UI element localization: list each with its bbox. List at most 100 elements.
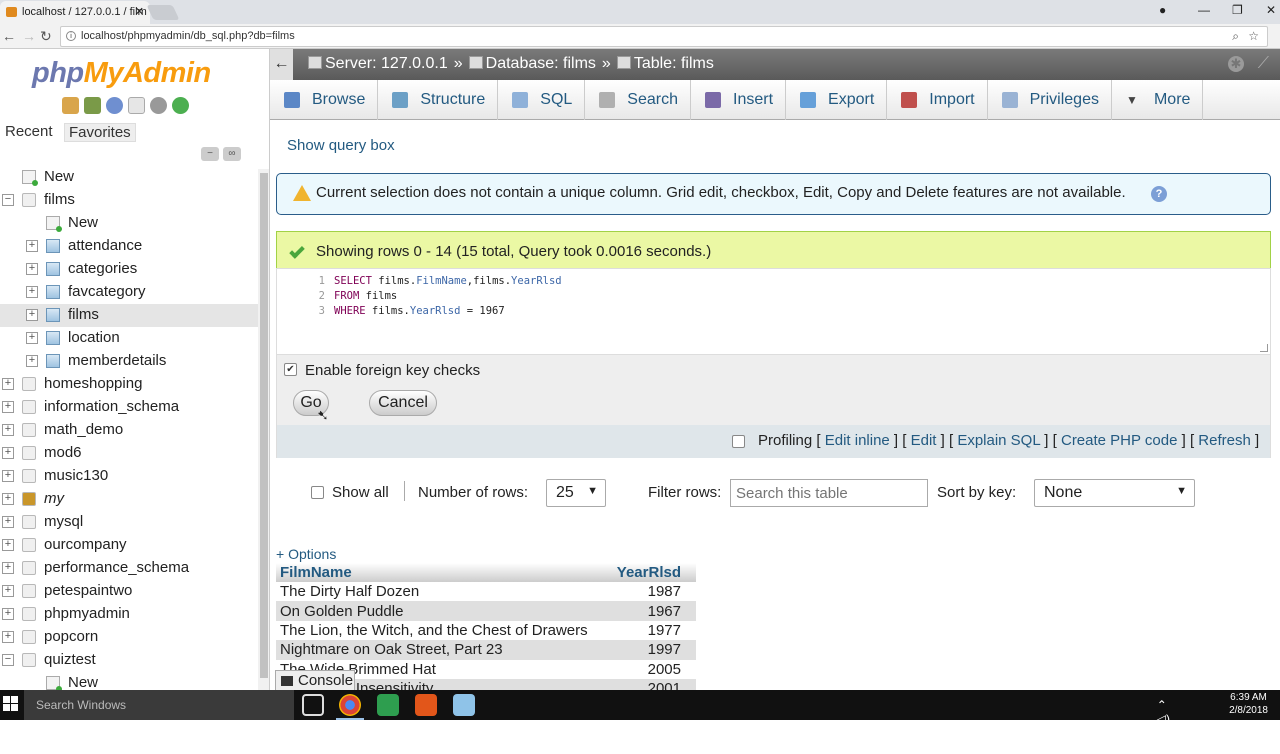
tree-item[interactable]: + favcategory bbox=[0, 281, 258, 304]
expand-icon[interactable]: + bbox=[2, 585, 14, 597]
reload-icon[interactable]: ↻ bbox=[40, 28, 52, 45]
new-tab-button[interactable] bbox=[146, 5, 180, 20]
expand-icon[interactable]: + bbox=[26, 286, 38, 298]
tab-insert[interactable]: Insert bbox=[691, 80, 787, 120]
tree-item[interactable]: New bbox=[0, 672, 258, 690]
collapse-icon[interactable]: − bbox=[2, 194, 14, 206]
number-of-rows-select[interactable]: 25 ▼ bbox=[546, 479, 606, 507]
tree-item[interactable]: + ourcompany bbox=[0, 534, 258, 557]
tab-export[interactable]: Export bbox=[786, 80, 888, 120]
close-window-icon[interactable]: ✕ bbox=[1266, 3, 1276, 17]
tree-item[interactable]: + attendance bbox=[0, 235, 258, 258]
clock[interactable]: 6:39 AM 2/8/2018 bbox=[1229, 691, 1268, 717]
logout-icon[interactable] bbox=[84, 97, 101, 114]
reload-nav-icon[interactable] bbox=[172, 97, 189, 114]
phpmyadmin-logo[interactable]: phpMyAdmin bbox=[32, 57, 211, 90]
settings-gear-icon[interactable] bbox=[150, 97, 167, 114]
close-panel-icon[interactable]: ⟋ bbox=[1258, 55, 1269, 73]
edit-link[interactable]: Edit bbox=[911, 432, 937, 449]
tree-item[interactable]: + categories bbox=[0, 258, 258, 281]
expand-icon[interactable]: + bbox=[2, 631, 14, 643]
tray-icons[interactable]: ⌃ ◁) ▭ ▣ bbox=[1157, 698, 1170, 754]
show-all-checkbox[interactable] bbox=[311, 486, 324, 499]
tree-item[interactable]: + popcorn bbox=[0, 626, 258, 649]
tree-item[interactable]: + memberdetails bbox=[0, 350, 258, 373]
expand-icon[interactable]: + bbox=[2, 562, 14, 574]
home-icon[interactable] bbox=[62, 97, 79, 114]
minimize-icon[interactable]: — bbox=[1198, 3, 1210, 17]
tree-item[interactable]: + mod6 bbox=[0, 442, 258, 465]
expand-icon[interactable]: + bbox=[2, 539, 14, 551]
show-query-box-link[interactable]: Show query box bbox=[287, 137, 395, 154]
url-field[interactable]: i localhost/phpmyadmin/db_sql.php?db=fil… bbox=[60, 26, 1268, 47]
close-tab-icon[interactable]: ✕ bbox=[135, 5, 144, 18]
breadcrumb-database[interactable]: Database: films bbox=[468, 55, 596, 73]
nav-scrollbar[interactable] bbox=[258, 169, 269, 690]
xampp-icon[interactable] bbox=[415, 694, 437, 716]
sql-query-editor[interactable]: 1 SELECT films.FilmName,films.YearRlsd 2 FR… bbox=[276, 268, 1271, 355]
resize-handle-icon[interactable] bbox=[1260, 344, 1268, 352]
table-row[interactable]: Nightmare on Oak Street, Part 23 1997 bbox=[276, 640, 696, 660]
tree-item[interactable]: + petespaintwo bbox=[0, 580, 258, 603]
expand-icon[interactable]: + bbox=[2, 516, 14, 528]
back-arrow-icon[interactable]: ← bbox=[2, 28, 16, 44]
link-with-main-icon[interactable]: ∞ bbox=[223, 147, 241, 161]
explain-sql-link[interactable]: Explain SQL bbox=[957, 432, 1040, 449]
tab-structure[interactable]: Structure bbox=[378, 80, 499, 120]
tree-item[interactable]: + homeshopping bbox=[0, 373, 258, 396]
tree-item[interactable]: New bbox=[0, 212, 258, 235]
task-view-icon[interactable] bbox=[302, 694, 324, 716]
breadcrumb-server[interactable]: Server: 127.0.0.1 bbox=[308, 55, 448, 73]
notepad-icon[interactable] bbox=[453, 694, 475, 716]
expand-icon[interactable]: + bbox=[2, 493, 14, 505]
expand-icon[interactable]: + bbox=[2, 608, 14, 620]
tree-item[interactable]: − films bbox=[0, 189, 258, 212]
expand-icon[interactable]: + bbox=[2, 378, 14, 390]
collapse-all-icon[interactable]: − bbox=[201, 147, 219, 161]
expand-icon[interactable]: + bbox=[26, 355, 38, 367]
tree-item[interactable]: + music130 bbox=[0, 465, 258, 488]
expand-icon[interactable]: + bbox=[2, 470, 14, 482]
windows-start-icon[interactable] bbox=[3, 696, 19, 712]
recent-tab[interactable]: Recent bbox=[5, 123, 53, 140]
expand-icon[interactable]: + bbox=[2, 424, 14, 436]
expand-icon[interactable]: + bbox=[26, 332, 38, 344]
tree-item[interactable]: + films bbox=[0, 304, 258, 327]
tree-item[interactable]: + my bbox=[0, 488, 258, 511]
table-row[interactable]: The Dirty Half Dozen 1987 bbox=[276, 582, 696, 602]
column-header-filmname[interactable]: FilmName bbox=[276, 563, 609, 582]
page-settings-gear-icon[interactable]: ✱ bbox=[1228, 56, 1244, 72]
tree-item[interactable]: + location bbox=[0, 327, 258, 350]
column-header-yearrlsd[interactable]: YearRlsd bbox=[608, 563, 696, 582]
browser-tab[interactable]: localhost / 127.0.0.1 / film ✕ bbox=[0, 1, 150, 24]
console-toggle[interactable]: Console bbox=[275, 670, 355, 690]
tab-browse[interactable]: Browse bbox=[270, 80, 379, 120]
edit-inline-link[interactable]: Edit inline bbox=[825, 432, 890, 449]
table-row[interactable]: The Lion, the Witch, and the Chest of Dr… bbox=[276, 620, 696, 641]
tab-search[interactable]: Search bbox=[585, 80, 691, 120]
tab-sql[interactable]: SQL bbox=[498, 80, 586, 120]
breadcrumb-table[interactable]: Table: films bbox=[616, 55, 714, 73]
expand-icon[interactable]: + bbox=[2, 447, 14, 459]
tab-more[interactable]: ▼ More bbox=[1112, 80, 1204, 120]
help-icon[interactable]: ? bbox=[1151, 186, 1167, 202]
expand-icon[interactable]: + bbox=[26, 240, 38, 252]
collapse-icon[interactable]: − bbox=[2, 654, 14, 666]
taskbar-search-box[interactable]: Search Windows bbox=[24, 690, 294, 720]
favorites-tab[interactable]: Favorites bbox=[64, 123, 136, 142]
bookmark-star-icon[interactable]: ☆ bbox=[1248, 29, 1259, 43]
tree-item[interactable]: + information_schema bbox=[0, 396, 258, 419]
info-icon[interactable]: i bbox=[66, 31, 76, 41]
tree-item[interactable]: + math_demo bbox=[0, 419, 258, 442]
collapse-nav-arrow-icon[interactable]: ← bbox=[270, 49, 293, 80]
create-php-code-link[interactable]: Create PHP code bbox=[1061, 432, 1177, 449]
table-row[interactable]: On Golden Puddle 1967 bbox=[276, 601, 696, 621]
tree-item[interactable]: + performance_schema bbox=[0, 557, 258, 580]
app-green-icon[interactable] bbox=[377, 694, 399, 716]
tree-item[interactable]: − quiztest bbox=[0, 649, 258, 672]
options-link[interactable]: + Options bbox=[276, 546, 336, 562]
expand-icon[interactable]: + bbox=[26, 263, 38, 275]
tree-item[interactable]: + phpmyadmin bbox=[0, 603, 258, 626]
tree-item[interactable]: + mysql bbox=[0, 511, 258, 534]
tab-privileges[interactable]: Privileges bbox=[988, 80, 1112, 120]
